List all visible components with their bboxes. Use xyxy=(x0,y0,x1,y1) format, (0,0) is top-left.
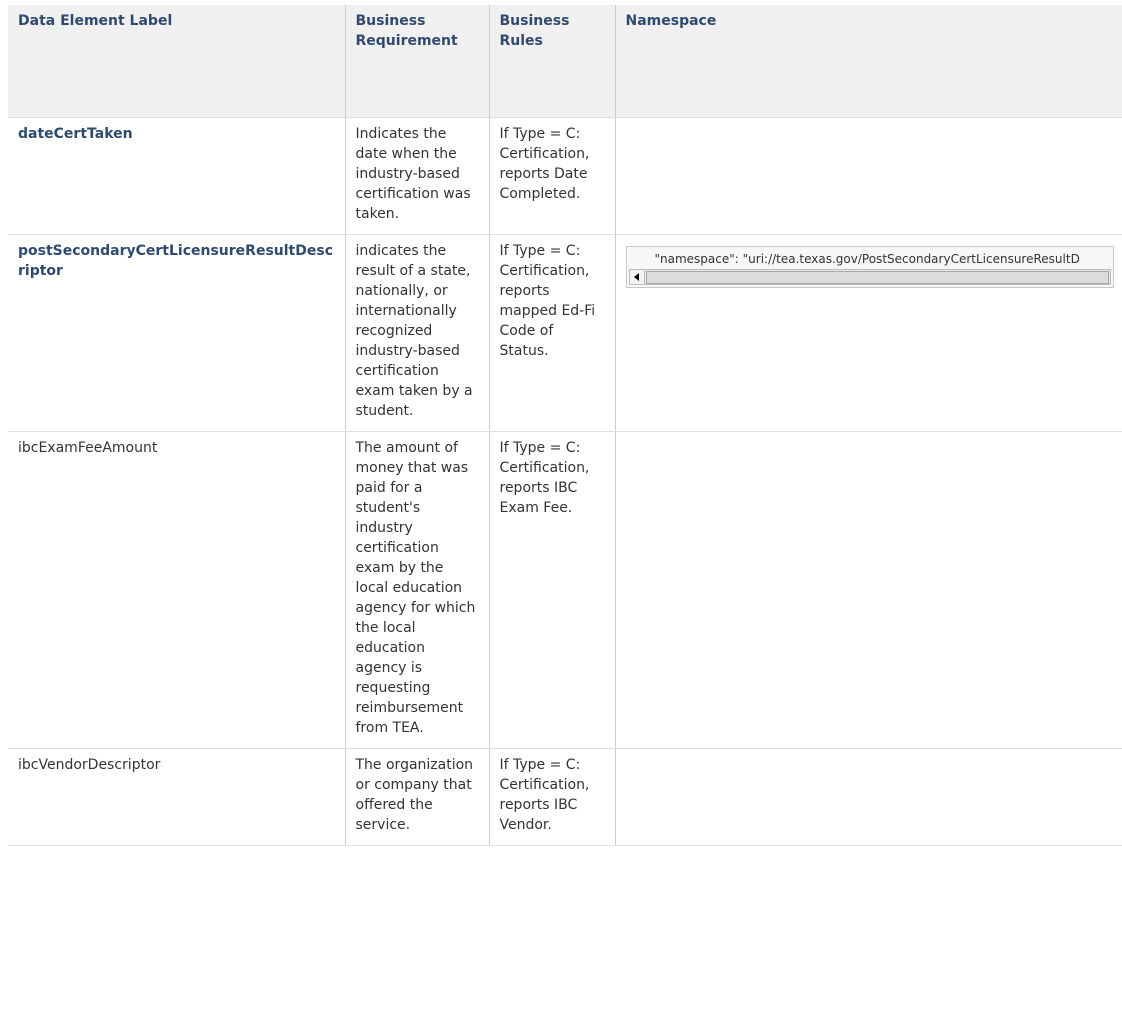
namespace-code-text: "namespace": "uri://tea.texas.gov/PostSe… xyxy=(654,252,1080,266)
scroll-left-arrow-icon[interactable] xyxy=(629,270,645,284)
row-label: ibcExamFeeAmount xyxy=(8,431,346,749)
row-namespace: "namespace": "uri://tea.texas.gov/PostSe… xyxy=(615,234,1122,432)
scrollbar-thumb[interactable] xyxy=(645,271,1109,284)
row-label: ibcVendorDescriptor xyxy=(8,748,346,846)
row-label: postSecondaryCertLicensureResultDescript… xyxy=(8,234,346,432)
header-data-element-label: Data Element Label xyxy=(8,5,346,118)
table-row: dateCertTaken Indicates the date when th… xyxy=(8,117,1122,235)
row-namespace xyxy=(615,748,1122,846)
row-requirement: The amount of money that was paid for a … xyxy=(345,431,490,749)
row-rules: If Type = C: Certification, reports IBC … xyxy=(489,748,616,846)
table-row: ibcVendorDescriptor The organization or … xyxy=(8,748,1122,846)
table-row: ibcExamFeeAmount The amount of money tha… xyxy=(8,431,1122,749)
row-rules: If Type = C: Certification, reports Date… xyxy=(489,117,616,235)
row-namespace xyxy=(615,117,1122,235)
row-label: dateCertTaken xyxy=(8,117,346,235)
row-rules: If Type = C: Certification, reports IBC … xyxy=(489,431,616,749)
row-rules: If Type = C: Certification, reports mapp… xyxy=(489,234,616,432)
row-requirement: indicates the result of a state, nationa… xyxy=(345,234,490,432)
namespace-code-block: "namespace": "uri://tea.texas.gov/PostSe… xyxy=(625,246,1114,288)
header-business-rules: Business Rules xyxy=(489,5,616,118)
row-namespace xyxy=(615,431,1122,749)
data-elements-table: Data Element Label Business Requirement … xyxy=(8,5,1122,846)
header-namespace: Namespace xyxy=(615,5,1122,118)
row-requirement: The organization or company that offered… xyxy=(345,748,490,846)
header-business-requirement: Business Requirement xyxy=(345,5,490,118)
table-row: postSecondaryCertLicensureResultDescript… xyxy=(8,234,1122,432)
table-header-row: Data Element Label Business Requirement … xyxy=(8,5,1122,118)
horizontal-scrollbar[interactable] xyxy=(628,269,1111,285)
row-requirement: Indicates the date when the industry-bas… xyxy=(345,117,490,235)
